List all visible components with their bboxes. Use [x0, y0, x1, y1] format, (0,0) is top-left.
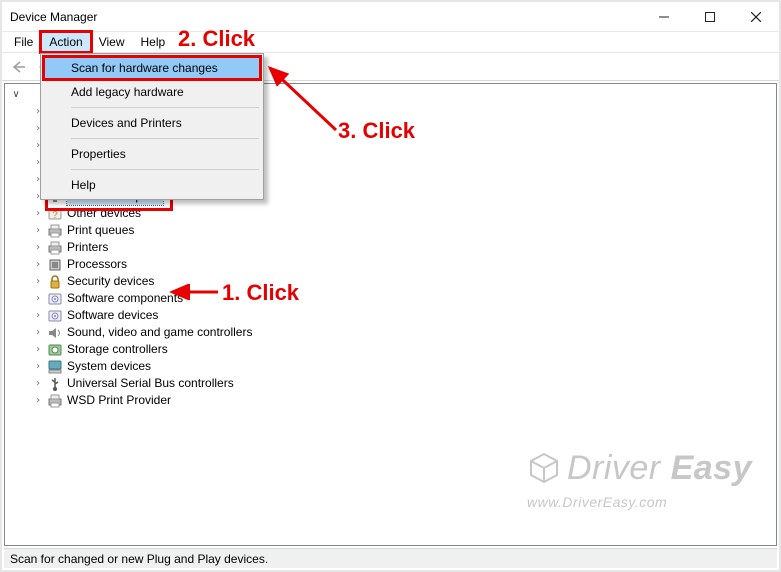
tree-item[interactable]: ›? Other devices	[7, 205, 776, 222]
tree-item[interactable]: › Printers	[7, 239, 776, 256]
watermark: Driver Easy www.DriverEasy.com	[527, 451, 752, 509]
tree-item-label: Processors	[67, 256, 127, 273]
tree-item-label: Print queues	[67, 222, 134, 239]
menu-file-label: File	[14, 35, 33, 49]
statusbar: Scan for changed or new Plug and Play de…	[4, 548, 777, 568]
swcomp-icon	[47, 291, 63, 307]
chevron-right-icon[interactable]: ›	[31, 375, 45, 392]
menu-item-label: Properties	[71, 147, 126, 161]
chevron-right-icon[interactable]: ›	[31, 307, 45, 324]
menu-help[interactable]: Help	[133, 32, 174, 52]
minimize-button[interactable]	[641, 2, 687, 32]
statusbar-text: Scan for changed or new Plug and Play de…	[10, 552, 268, 566]
close-button[interactable]	[733, 2, 779, 32]
watermark-line1b: Easy	[671, 449, 752, 487]
menu-item[interactable]: Scan for hardware changes	[43, 56, 261, 80]
wsd-icon	[47, 393, 63, 409]
svg-text:?: ?	[52, 210, 58, 221]
toolbar-back-button[interactable]	[6, 55, 32, 79]
menu-separator	[71, 169, 259, 170]
chevron-right-icon[interactable]: ›	[31, 392, 45, 409]
menu-item-label: Scan for hardware changes	[71, 61, 218, 75]
tree-item[interactable]: › Processors	[7, 256, 776, 273]
chevron-right-icon[interactable]: ›	[31, 341, 45, 358]
tree-item-label: Printers	[67, 239, 108, 256]
menu-separator	[71, 138, 259, 139]
action-menu-dropdown: Scan for hardware changes Add legacy hard…	[40, 53, 264, 200]
tree-item-label: Sound, video and game controllers	[67, 324, 252, 341]
chevron-right-icon[interactable]: ›	[31, 222, 45, 239]
menu-view-label: View	[99, 35, 125, 49]
tree-item-label: Software components	[67, 290, 183, 307]
window-title: Device Manager	[10, 10, 97, 24]
chevron-right-icon[interactable]: ›	[31, 205, 45, 222]
maximize-button[interactable]	[687, 2, 733, 32]
menu-item[interactable]: Help	[43, 173, 261, 197]
menu-separator	[71, 107, 259, 108]
tree-item[interactable]: › Universal Serial Bus controllers	[7, 375, 776, 392]
menu-action-label: Action	[49, 35, 82, 49]
titlebar: Device Manager	[2, 2, 779, 32]
menu-action[interactable]: Action	[41, 32, 90, 52]
printq-icon	[47, 223, 63, 239]
menu-item-label: Help	[71, 178, 96, 192]
tree-item[interactable]: › Software devices	[7, 307, 776, 324]
menubar: File Action View Help	[2, 32, 779, 53]
menu-item[interactable]: Properties	[43, 142, 261, 166]
other-icon: ?	[47, 206, 63, 222]
storage-icon	[47, 342, 63, 358]
chevron-right-icon[interactable]: ›	[31, 358, 45, 375]
tree-item-label: Universal Serial Bus controllers	[67, 375, 234, 392]
printer-icon	[47, 240, 63, 256]
watermark-cube-icon	[527, 451, 561, 491]
swdev-icon	[47, 308, 63, 324]
sound-icon	[47, 325, 63, 341]
tree-item[interactable]: › Storage controllers	[7, 341, 776, 358]
tree-item[interactable]: › System devices	[7, 358, 776, 375]
expand-icon[interactable]: ∨	[9, 86, 23, 103]
tree-item-label: WSD Print Provider	[67, 392, 171, 409]
chevron-right-icon[interactable]: ›	[31, 290, 45, 307]
tree-item[interactable]: › Print queues	[7, 222, 776, 239]
watermark-url: www.DriverEasy.com	[527, 495, 752, 509]
menu-item-label: Add legacy hardware	[71, 85, 184, 99]
window-buttons	[641, 2, 779, 32]
menu-item[interactable]: Devices and Printers	[43, 111, 261, 135]
system-icon	[47, 359, 63, 375]
tree-item-label: Software devices	[67, 307, 158, 324]
cpu-icon	[47, 257, 63, 273]
tree-item[interactable]: › Software components	[7, 290, 776, 307]
menu-help-label: Help	[141, 35, 166, 49]
tree-item[interactable]: › Security devices	[7, 273, 776, 290]
menu-file[interactable]: File	[6, 32, 41, 52]
tree-item-label: Storage controllers	[67, 341, 168, 358]
menu-item-label: Devices and Printers	[71, 116, 182, 130]
menu-view[interactable]: View	[91, 32, 133, 52]
tree-item[interactable]: › Sound, video and game controllers	[7, 324, 776, 341]
usb-icon	[47, 376, 63, 392]
chevron-right-icon[interactable]: ›	[31, 324, 45, 341]
chevron-right-icon[interactable]: ›	[31, 273, 45, 290]
security-icon	[47, 274, 63, 290]
tree-item-label: System devices	[67, 358, 151, 375]
tree-item-label: Security devices	[67, 273, 154, 290]
menu-item[interactable]: Add legacy hardware	[43, 80, 261, 104]
chevron-right-icon[interactable]: ›	[31, 239, 45, 256]
chevron-right-icon[interactable]: ›	[31, 256, 45, 273]
watermark-line1a: Driver	[567, 449, 671, 487]
tree-item-label: Other devices	[67, 205, 141, 222]
tree-item[interactable]: › WSD Print Provider	[7, 392, 776, 409]
